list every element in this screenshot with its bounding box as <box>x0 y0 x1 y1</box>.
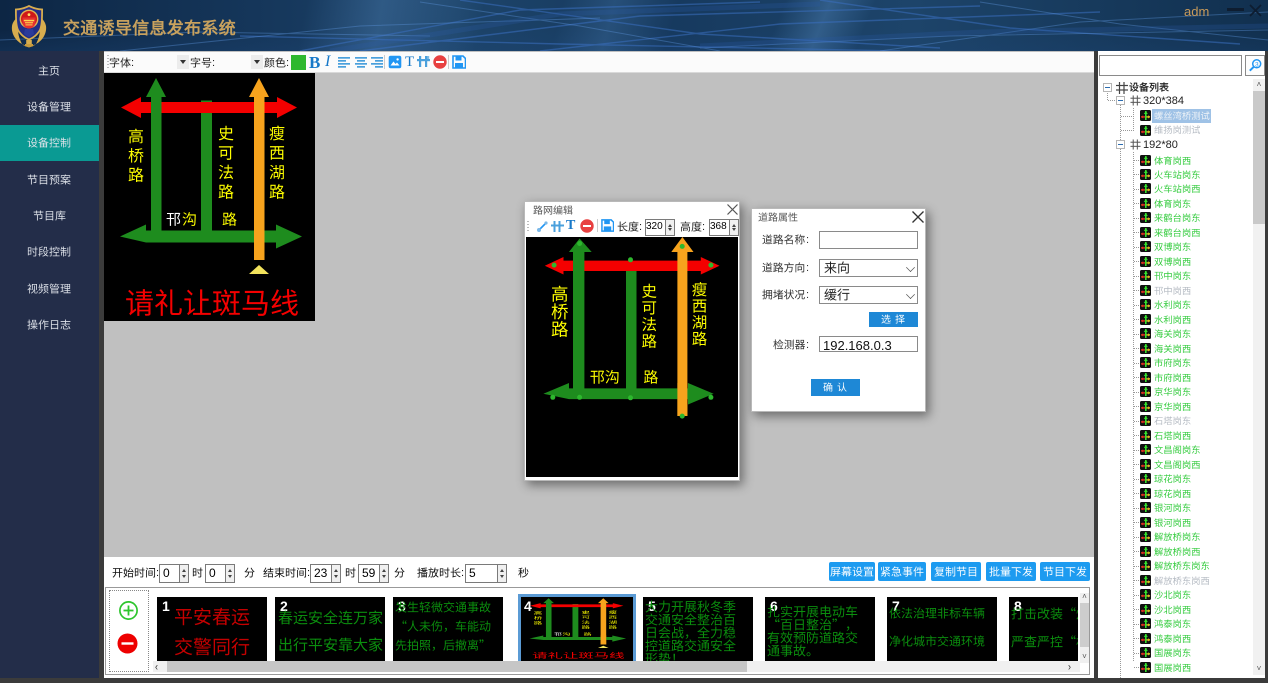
svg-text:3: 3 <box>1255 61 1259 68</box>
